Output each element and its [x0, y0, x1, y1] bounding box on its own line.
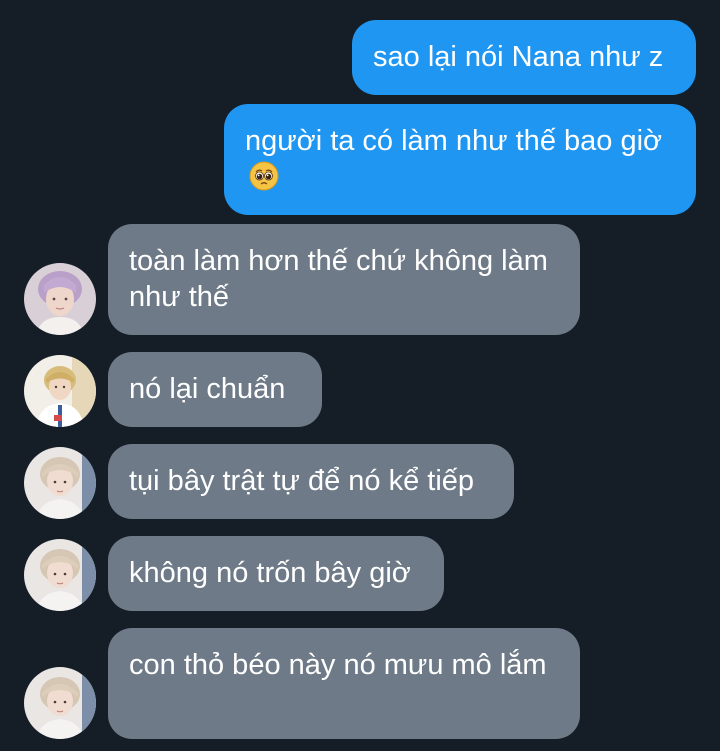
incoming-message-bubble[interactable]: không nó trốn bây giờ [108, 536, 444, 611]
incoming-message-bubble[interactable]: nó lại chuẩn [108, 352, 322, 427]
pleading-face-emoji-icon [249, 161, 279, 191]
avatar-light-hair[interactable] [24, 539, 96, 611]
message-text: tụi bây trật tự để nó kể tiếp [129, 465, 475, 497]
message-text: nó lại chuẩn [129, 373, 286, 405]
incoming-message-bubble[interactable]: tụi bây trật tự để nó kể tiếp [108, 444, 514, 519]
message-text: người ta có làm như thế bao giờ [245, 125, 663, 157]
incoming-message-bubble[interactable]: con thỏ béo này nó mưu mô lắm [108, 628, 580, 739]
avatar-lavender-hair[interactable] [24, 263, 96, 335]
message-text: con thỏ béo này nó mưu mô lắm [129, 649, 547, 681]
outgoing-message-bubble[interactable]: người ta có làm như thế bao giờ [224, 104, 696, 215]
outgoing-message-bubble[interactable]: sao lại nói Nana như z [352, 20, 696, 95]
chat-thread: sao lại nói Nana như z người ta có làm n… [0, 0, 720, 751]
message-text: không nó trốn bây giờ [129, 557, 411, 589]
message-text: toàn làm hơn thế chứ không làm như thế [129, 245, 548, 313]
incoming-message-bubble[interactable]: toàn làm hơn thế chứ không làm như thế [108, 224, 580, 335]
avatar-light-hair[interactable] [24, 447, 96, 519]
avatar-light-hair[interactable] [24, 667, 96, 739]
avatar-blond-white-shirt[interactable] [24, 355, 96, 427]
message-text: sao lại nói Nana như z [373, 41, 664, 73]
